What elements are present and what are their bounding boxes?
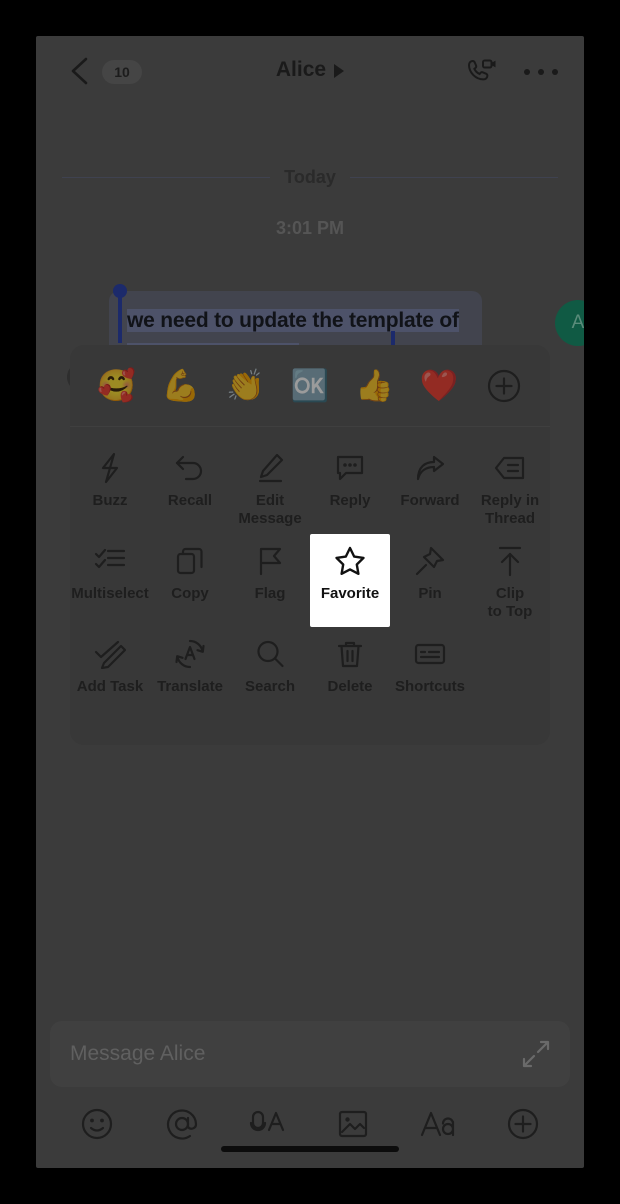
- divider-line-left: [62, 176, 271, 178]
- phone-screen: 10 Alice Today 3:01 PM we need to update…: [36, 36, 584, 1168]
- navigation-bar: 10 Alice: [36, 36, 584, 104]
- speech-bubble-icon: [334, 451, 366, 485]
- menu-item-shortcuts[interactable]: Shortcuts: [390, 627, 470, 702]
- home-indicator: [221, 1146, 399, 1152]
- menu-item-empty-slot: [470, 627, 550, 702]
- action-row-2: Multiselect Copy Flag Favorite Pin Clip …: [70, 534, 550, 627]
- menu-item-buzz[interactable]: Buzz: [70, 441, 150, 534]
- menu-item-label: Edit Message: [238, 492, 302, 527]
- menu-item-edit-message[interactable]: Edit Message: [230, 441, 310, 534]
- add-more-icon[interactable]: [503, 1104, 543, 1144]
- date-label: Today: [284, 166, 336, 187]
- menu-item-label: Pin: [418, 585, 442, 602]
- screenshot-root: 10 Alice Today 3:01 PM we need to update…: [0, 0, 620, 1204]
- message-composer: Message Alice: [36, 1016, 584, 1168]
- menu-item-reply[interactable]: Reply: [310, 441, 390, 534]
- flag-icon: [256, 544, 284, 578]
- menu-item-label: Delete: [327, 678, 373, 695]
- menu-item-label: Clip to Top: [487, 585, 533, 620]
- copy-icon: [175, 544, 205, 578]
- menu-item-favorite[interactable]: Favorite: [310, 534, 390, 627]
- menu-item-reply-in-thread[interactable]: Reply in Thread: [470, 441, 550, 534]
- menu-item-pin[interactable]: Pin: [390, 534, 470, 627]
- message-context-menu: 🥰 💪 👏 🆗 👍 ❤️ Buzz Recall Edit Message Re…: [70, 345, 550, 745]
- checklist-icon: [94, 544, 126, 578]
- action-row-3: Add Task Translate Search Delete Shortcu…: [70, 627, 550, 702]
- ellipsis-icon[interactable]: [524, 58, 558, 86]
- selection-handle-start[interactable]: [113, 284, 127, 343]
- menu-item-label: Flag: [254, 585, 286, 602]
- image-icon[interactable]: [333, 1104, 373, 1144]
- page-title[interactable]: Alice: [36, 54, 584, 86]
- reaction-thumbs-up[interactable]: 👍: [352, 370, 398, 401]
- lightning-bolt-icon: [95, 451, 125, 485]
- conversation-title: Alice: [275, 58, 327, 81]
- menu-item-multiselect[interactable]: Multiselect: [70, 534, 150, 627]
- menu-item-label: Shortcuts: [394, 678, 465, 695]
- menu-item-flag[interactable]: Flag: [230, 534, 310, 627]
- reaction-red-heart[interactable]: ❤️: [416, 370, 462, 401]
- voice-to-text-icon[interactable]: [247, 1104, 287, 1144]
- menu-item-label: Reply: [329, 492, 371, 509]
- menu-item-forward[interactable]: Forward: [390, 441, 470, 534]
- action-row-1: Buzz Recall Edit Message Reply Forward R…: [70, 441, 550, 534]
- menu-item-copy[interactable]: Copy: [150, 534, 230, 627]
- divider-line-right: [349, 176, 559, 178]
- menu-item-label: Search: [244, 678, 296, 695]
- pin-icon: [414, 544, 446, 578]
- message-input-placeholder: Message Alice: [70, 1042, 206, 1065]
- text-format-icon[interactable]: [418, 1104, 458, 1144]
- reaction-ok-sign[interactable]: 🆗: [287, 370, 333, 401]
- menu-item-label: Translate: [157, 678, 223, 695]
- forward-arrow-icon: [414, 451, 446, 485]
- menu-item-clip-to-top[interactable]: Clip to Top: [470, 534, 550, 627]
- menu-item-label: Multiselect: [71, 585, 149, 602]
- avatar[interactable]: A: [555, 300, 584, 346]
- menu-item-label: Add Task: [76, 678, 144, 695]
- clip-to-top-icon: [495, 544, 525, 578]
- menu-item-label: Reply in Thread: [480, 492, 540, 527]
- menu-item-label: Buzz: [92, 492, 128, 509]
- pencil-edit-icon: [254, 451, 286, 485]
- undo-arrow-icon: [174, 451, 206, 485]
- menu-item-label: Favorite: [320, 585, 380, 602]
- check-pencil-icon: [94, 637, 126, 671]
- video-call-icon[interactable]: [464, 56, 498, 88]
- menu-item-label: Copy: [171, 585, 209, 602]
- date-divider: Today: [36, 162, 584, 192]
- reaction-face-holding-back-tears-heart[interactable]: 🥰: [93, 370, 139, 401]
- avatar-initial: A: [571, 312, 584, 333]
- shortcuts-icon: [414, 637, 446, 671]
- message-timestamp: 3:01 PM: [275, 218, 345, 238]
- translate-icon: [174, 637, 206, 671]
- quick-reaction-row: 🥰 💪 👏 🆗 👍 ❤️: [70, 345, 550, 427]
- menu-item-recall[interactable]: Recall: [150, 441, 230, 534]
- caret-right-icon: [334, 64, 345, 78]
- menu-item-label: Recall: [167, 492, 213, 509]
- expand-diagonal-icon[interactable]: [522, 1040, 550, 1068]
- reply-thread-icon: [494, 451, 526, 485]
- menu-item-delete[interactable]: Delete: [310, 627, 390, 702]
- trash-icon: [336, 637, 364, 671]
- mention-icon[interactable]: [162, 1104, 202, 1144]
- message-input[interactable]: Message Alice: [50, 1021, 570, 1087]
- menu-item-label: Forward: [400, 492, 460, 509]
- plus-circle-icon[interactable]: [481, 363, 527, 409]
- action-grid: Buzz Recall Edit Message Reply Forward R…: [70, 427, 550, 718]
- composer-toolbar: [36, 1098, 584, 1150]
- reaction-clapping-hands[interactable]: 👏: [222, 370, 268, 401]
- reaction-flexed-biceps[interactable]: 💪: [158, 370, 204, 401]
- emoji-icon[interactable]: [77, 1104, 117, 1144]
- magnifier-icon: [255, 637, 285, 671]
- menu-item-add-task[interactable]: Add Task: [70, 627, 150, 702]
- star-icon: [334, 544, 366, 578]
- menu-item-translate[interactable]: Translate: [150, 627, 230, 702]
- menu-item-search[interactable]: Search: [230, 627, 310, 702]
